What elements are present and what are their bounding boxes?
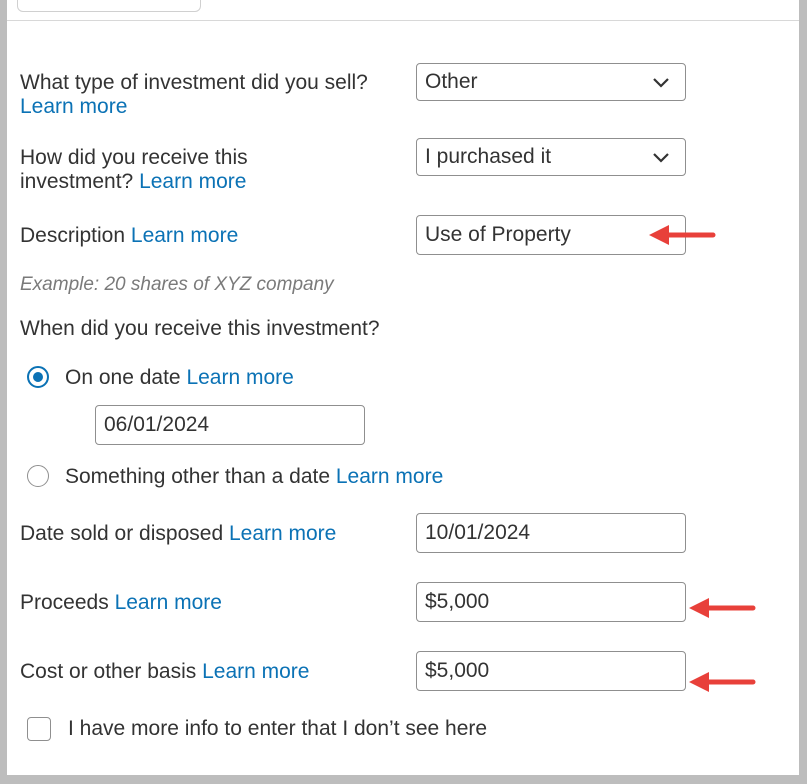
- received-how-question: How did you receive this investment? Lea…: [20, 146, 320, 194]
- chevron-down-icon: [653, 78, 669, 88]
- investment-type-selected: Other: [425, 70, 478, 93]
- more-info-label: I have more info to enter that I don’t s…: [68, 717, 488, 740]
- annotation-arrow: [689, 598, 756, 618]
- date-sold-label-text: Date sold or disposed: [20, 522, 224, 545]
- one-date-learn-more-link[interactable]: Learn more: [186, 366, 293, 389]
- other-than-date-label: Something other than a date Learn more: [65, 465, 443, 489]
- cost-basis-label-text: Cost or other basis: [20, 660, 197, 683]
- description-value: Use of Property: [425, 223, 571, 246]
- annotation-arrow: [649, 225, 716, 245]
- radio-other-than-date[interactable]: [27, 465, 49, 487]
- form-panel: What type of investment did you sell? Le…: [7, 0, 799, 775]
- received-how-learn-more-link[interactable]: Learn more: [139, 170, 246, 193]
- divider: [7, 20, 799, 21]
- cost-basis-value: $5,000: [425, 659, 490, 682]
- more-info-checkbox[interactable]: [27, 717, 51, 741]
- received-date-input[interactable]: 06/01/2024: [95, 405, 365, 445]
- date-sold-learn-more-link[interactable]: Learn more: [229, 522, 336, 545]
- annotation-arrow: [689, 672, 756, 692]
- investment-type-learn-more-link[interactable]: Learn more: [20, 95, 127, 118]
- description-hint: Example: 20 shares of XYZ company: [20, 274, 334, 295]
- received-when-question: When did you receive this investment?: [20, 317, 380, 340]
- proceeds-learn-more-link[interactable]: Learn more: [115, 591, 222, 614]
- investment-type-question-text: What type of investment did you sell?: [20, 71, 368, 94]
- received-how-selected: I purchased it: [425, 145, 552, 168]
- received-how-select[interactable]: I purchased it: [416, 138, 686, 176]
- cost-basis-label: Cost or other basis Learn more: [20, 660, 309, 684]
- investment-type-question: What type of investment did you sell? Le…: [20, 71, 390, 119]
- chevron-down-icon: [653, 153, 669, 163]
- description-label-text: Description: [20, 224, 126, 247]
- description-learn-more-link[interactable]: Learn more: [131, 224, 238, 247]
- investment-type-select[interactable]: Other: [416, 63, 686, 101]
- proceeds-label-text: Proceeds: [20, 591, 109, 614]
- cost-basis-input[interactable]: $5,000: [416, 651, 686, 691]
- description-input[interactable]: Use of Property: [416, 215, 686, 255]
- cost-basis-learn-more-link[interactable]: Learn more: [202, 660, 309, 683]
- other-than-date-learn-more-link[interactable]: Learn more: [336, 465, 443, 488]
- one-date-label-text: On one date: [65, 366, 181, 389]
- received-date-value: 06/01/2024: [104, 413, 210, 436]
- proceeds-input[interactable]: $5,000: [416, 582, 686, 622]
- one-date-label: On one date Learn more: [65, 366, 294, 390]
- proceeds-value: $5,000: [425, 590, 490, 613]
- date-sold-label: Date sold or disposed Learn more: [20, 522, 336, 546]
- proceeds-label: Proceeds Learn more: [20, 591, 222, 615]
- other-than-date-label-text: Something other than a date: [65, 465, 331, 488]
- top-tab-edge: [17, 0, 201, 12]
- description-label: Description Learn more: [20, 224, 238, 248]
- date-sold-value: 10/01/2024: [425, 521, 531, 544]
- radio-one-date[interactable]: [27, 366, 49, 388]
- date-sold-input[interactable]: 10/01/2024: [416, 513, 686, 553]
